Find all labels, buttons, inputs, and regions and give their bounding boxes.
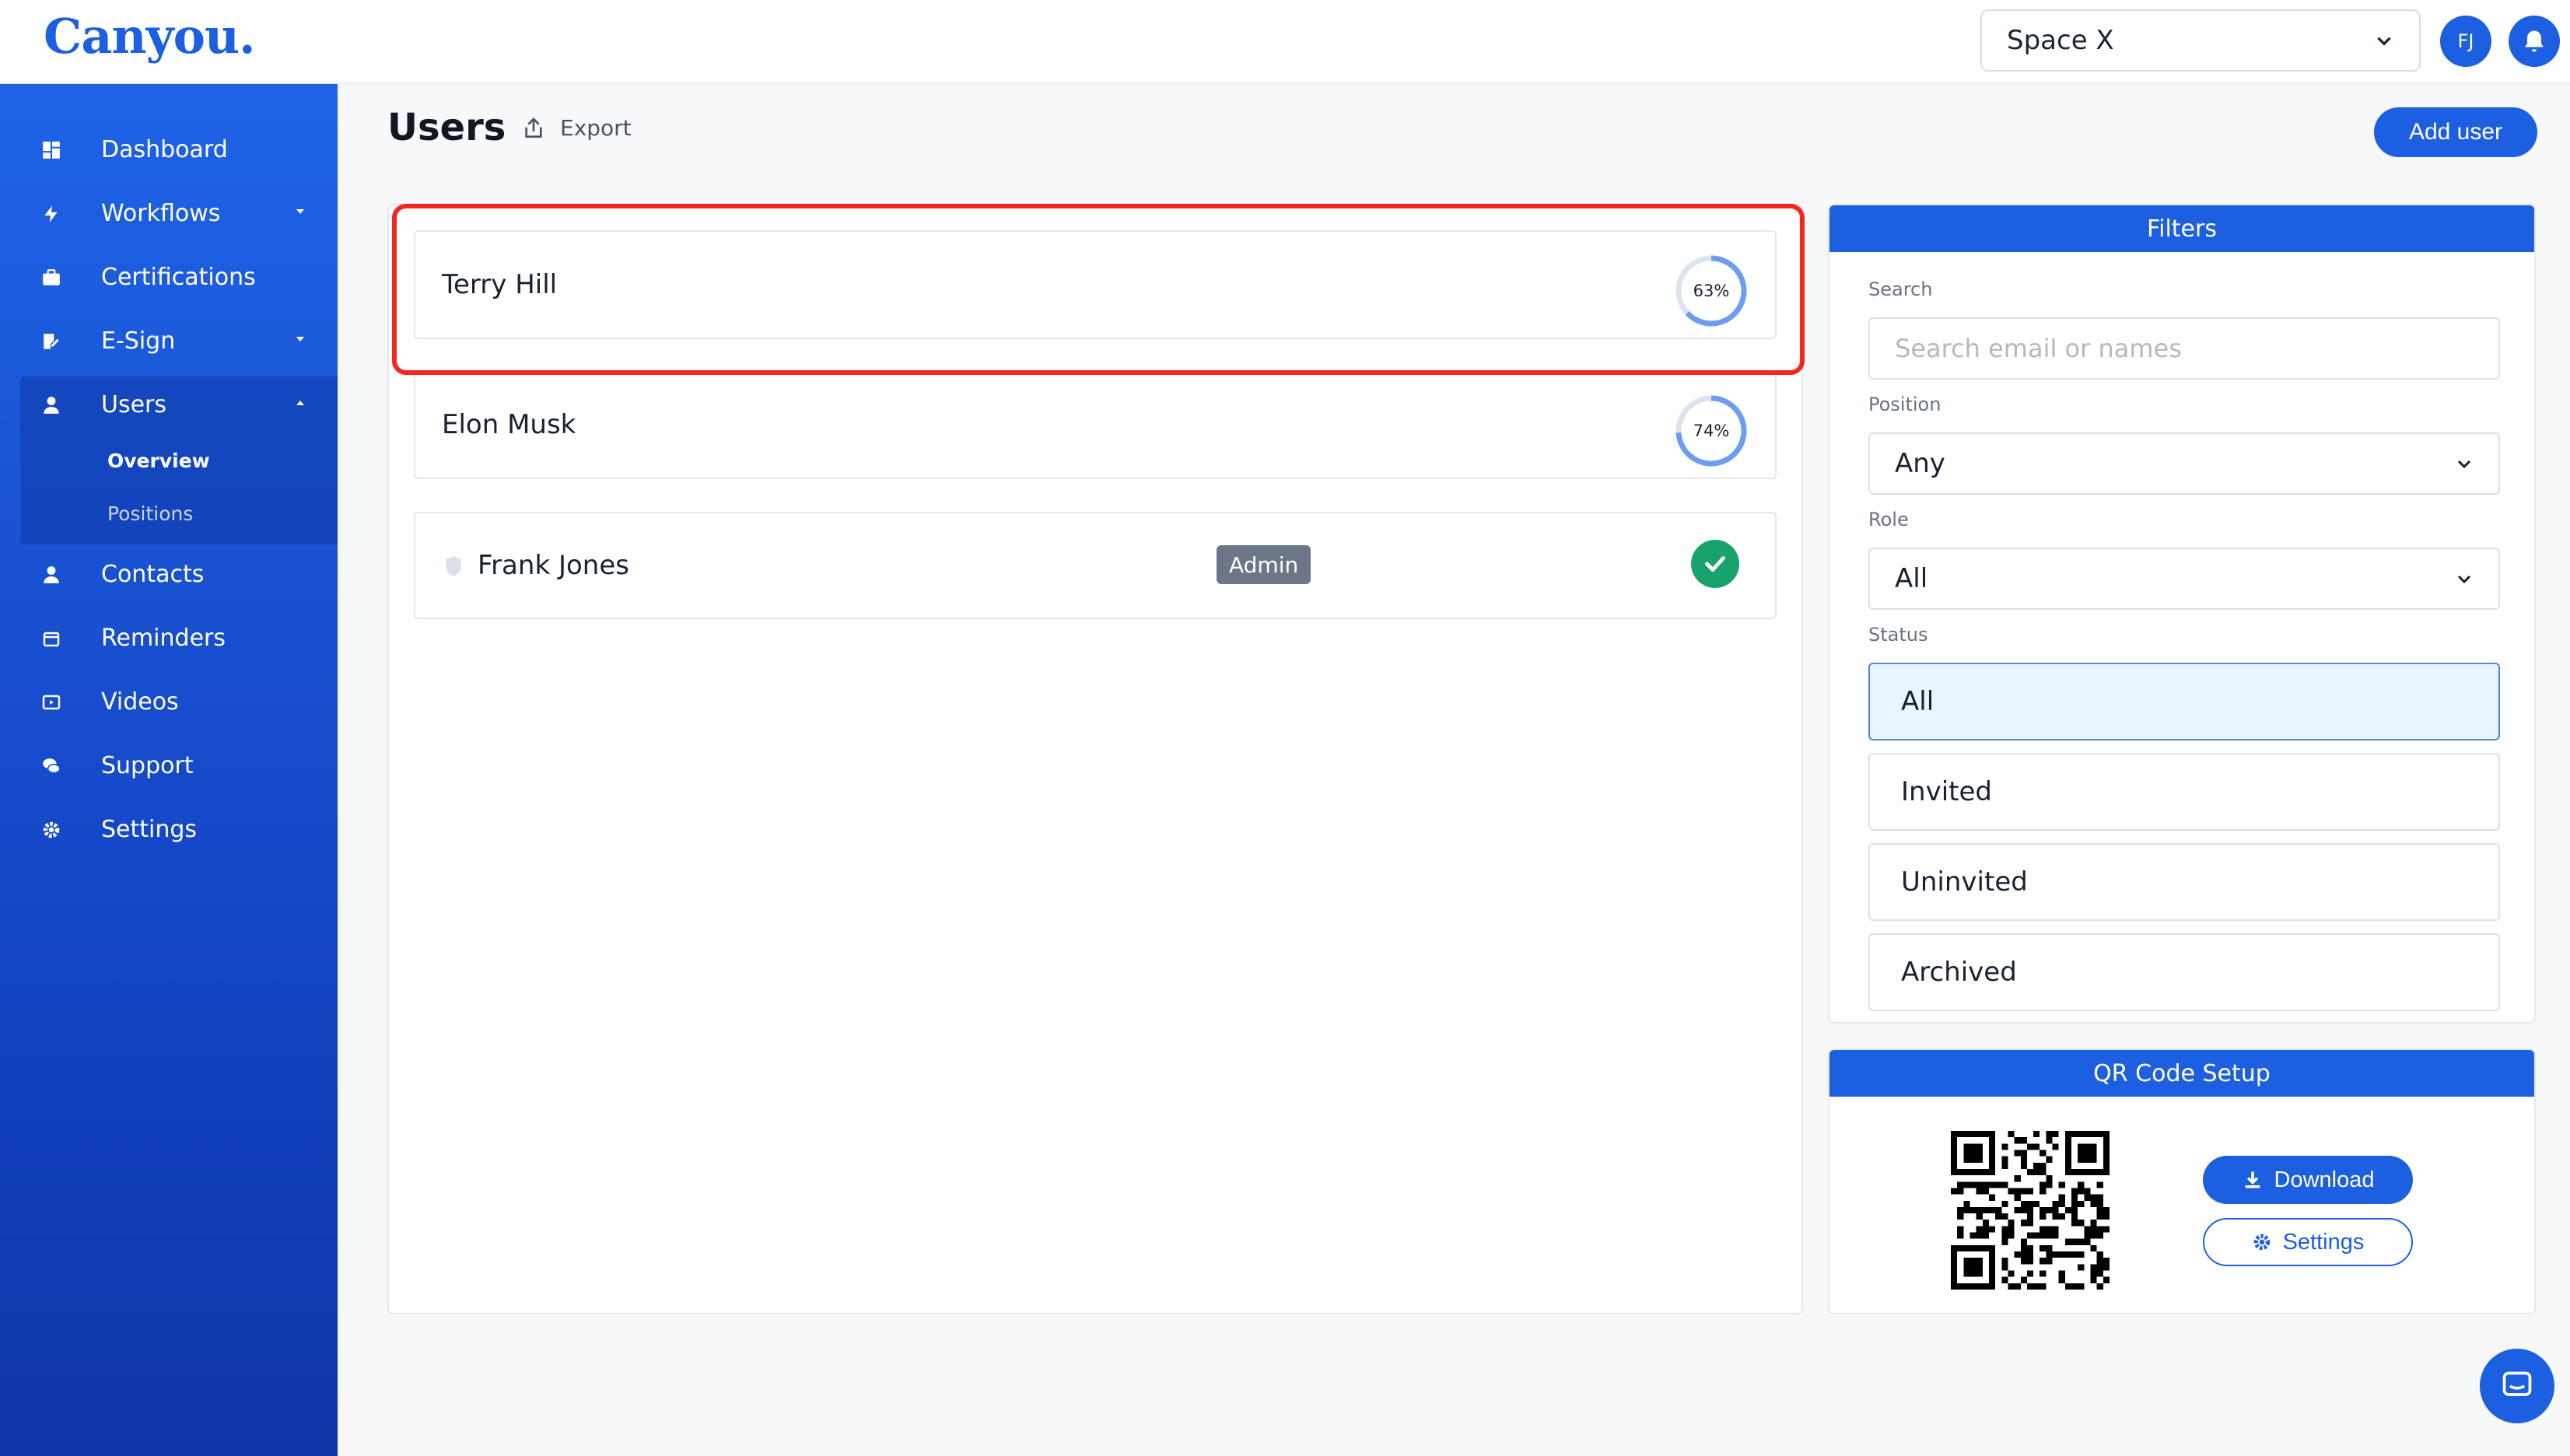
share-icon xyxy=(525,117,542,138)
sidebar-item-esign[interactable]: E-Sign xyxy=(0,310,338,372)
shield-icon xyxy=(446,556,461,576)
qr-panel: QR Code Setup Download Settings xyxy=(1828,1048,2536,1314)
sidebar-item-videos[interactable]: Videos xyxy=(0,670,338,733)
status-option-all[interactable]: All xyxy=(1868,663,2500,740)
admin-badge: Admin xyxy=(1217,545,1311,584)
highlight-box xyxy=(392,204,1805,375)
sidebar-subitem-label: Positions xyxy=(107,502,194,525)
sidebar-item-certifications[interactable]: Certifications xyxy=(0,246,338,308)
sidebar-item-label: Videos xyxy=(101,688,179,716)
space-select[interactable]: Space X xyxy=(1980,9,2421,72)
logo[interactable]: Canyou. xyxy=(44,8,256,65)
progress-value: 74% xyxy=(1693,422,1730,440)
position-value: Any xyxy=(1895,448,1945,479)
qr-settings-button[interactable]: Settings xyxy=(2203,1218,2413,1266)
role-select[interactable]: All xyxy=(1868,548,2500,610)
sidebar-item-dashboard[interactable]: Dashboard xyxy=(0,118,338,180)
user-row-frank-jones[interactable]: Frank Jones Admin xyxy=(414,512,1777,619)
sidebar-item-settings[interactable]: Settings xyxy=(0,798,338,860)
role-label: Role xyxy=(1868,509,1909,530)
export-label: Export xyxy=(560,115,632,141)
top-bar: Canyou. Space X FJ xyxy=(0,0,2570,84)
filters-panel: Filters Search Search email or names Pos… xyxy=(1828,204,2536,1024)
user-row-elon-musk[interactable]: Elon Musk 74% xyxy=(414,370,1777,479)
sidebar-item-label: Users xyxy=(101,390,167,418)
caret-down-icon xyxy=(296,209,304,214)
status-option-invited[interactable]: Invited xyxy=(1868,753,2500,831)
export-button[interactable]: Export xyxy=(521,115,632,141)
download-icon xyxy=(2245,1171,2260,1188)
sidebar-subitem-positions[interactable]: Positions xyxy=(0,482,338,544)
position-select[interactable]: Any xyxy=(1868,432,2500,495)
user-name: Elon Musk xyxy=(442,409,576,440)
status-label: Status xyxy=(1868,624,1928,646)
position-label: Position xyxy=(1868,394,1942,415)
dashboard-icon xyxy=(40,139,62,161)
sidebar-item-label: Certifications xyxy=(101,263,256,291)
sidebar-item-workflows[interactable]: Workflows xyxy=(0,182,338,244)
calendar-icon xyxy=(40,628,62,649)
settings-label: Settings xyxy=(2282,1229,2365,1255)
chevron-down-icon xyxy=(2377,37,2391,46)
space-select-value: Space X xyxy=(2007,25,2114,56)
chevron-down-icon xyxy=(2457,460,2471,469)
signature-icon xyxy=(40,331,62,352)
sidebar-item-label: Support xyxy=(101,751,194,779)
sidebar-item-label: E-Sign xyxy=(101,327,176,355)
sidebar-item-users[interactable]: Users xyxy=(0,373,338,436)
progress-ring: 74% xyxy=(1674,394,1749,468)
role-value: All xyxy=(1895,563,1928,594)
chat-launcher-icon[interactable] xyxy=(2480,1349,2554,1423)
gear-icon xyxy=(2253,1234,2270,1251)
sidebar-item-label: Contacts xyxy=(101,560,205,588)
avatar[interactable]: FJ xyxy=(2440,16,2491,67)
user-name: Frank Jones xyxy=(478,550,629,581)
search-input[interactable]: Search email or names xyxy=(1868,317,2500,380)
caret-up-icon xyxy=(296,401,304,405)
sidebar-item-contacts[interactable]: Contacts xyxy=(0,543,338,605)
user-icon xyxy=(40,394,62,416)
filters-title: Filters xyxy=(1829,205,2534,252)
qr-code xyxy=(1951,1131,2110,1290)
chat-icon xyxy=(40,755,62,777)
add-user-button[interactable]: Add user xyxy=(2374,107,2537,157)
status-option-uninvited[interactable]: Uninvited xyxy=(1868,843,2500,921)
chevron-down-icon xyxy=(2457,575,2471,584)
sidebar-item-reminders[interactable]: Reminders xyxy=(0,607,338,669)
sidebar-subitem-label: Overview xyxy=(107,449,210,472)
sidebar-item-label: Dashboard xyxy=(101,135,228,163)
check-icon xyxy=(1691,540,1739,588)
video-icon xyxy=(40,691,62,713)
download-button[interactable]: Download xyxy=(2203,1156,2413,1204)
sidebar-item-label: Workflows xyxy=(101,199,221,227)
caret-down-icon xyxy=(296,337,304,341)
gear-icon xyxy=(40,819,62,841)
search-label: Search xyxy=(1868,278,1933,300)
sidebar-item-support[interactable]: Support xyxy=(0,734,338,796)
page-title: Users xyxy=(387,106,506,149)
briefcase-icon xyxy=(40,267,62,289)
contact-icon xyxy=(40,564,62,586)
sidebar: Dashboard Workflows Certifications E-Sig… xyxy=(0,84,338,1456)
download-label: Download xyxy=(2274,1167,2375,1192)
qr-title: QR Code Setup xyxy=(1829,1050,2534,1097)
sidebar-item-label: Settings xyxy=(101,815,198,843)
status-option-archived[interactable]: Archived xyxy=(1868,933,2500,1011)
bell-icon[interactable] xyxy=(2509,16,2560,67)
bolt-icon xyxy=(40,203,62,225)
sidebar-item-label: Reminders xyxy=(101,624,226,652)
